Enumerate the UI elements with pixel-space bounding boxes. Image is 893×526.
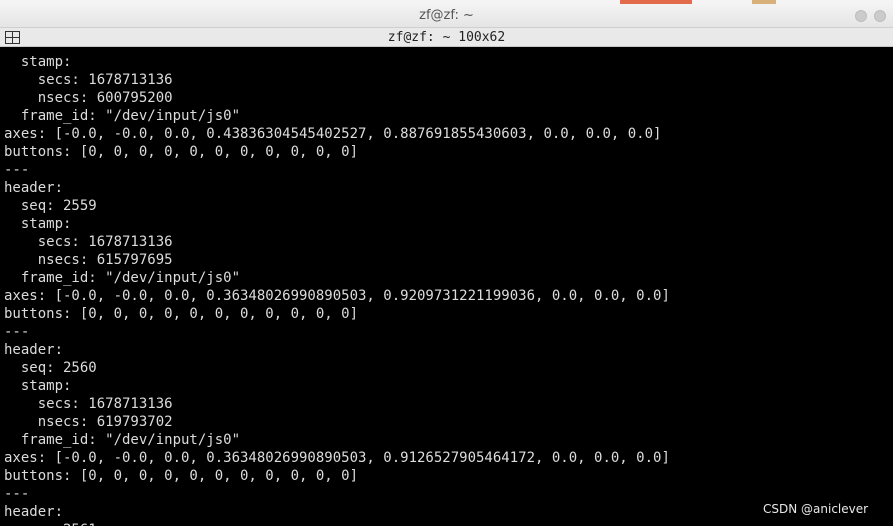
terminal-line: seq: 2561	[4, 521, 97, 526]
terminal-line: secs: 1678713136	[4, 234, 173, 250]
terminal-line: ---	[4, 324, 30, 340]
terminal-line: buttons: [0, 0, 0, 0, 0, 0, 0, 0, 0, 0, …	[4, 468, 359, 484]
terminal-line: buttons: [0, 0, 0, 0, 0, 0, 0, 0, 0, 0, …	[4, 144, 359, 160]
terminal-line: header:	[4, 180, 64, 196]
terminal-output[interactable]: stamp: secs: 1678713136 nsecs: 600795200…	[0, 48, 893, 526]
terminal-line: frame_id: "/dev/input/js0"	[4, 270, 241, 286]
terminal-line: stamp:	[4, 378, 72, 394]
terminal-line: axes: [-0.0, -0.0, 0.0, 0.43836304545402…	[4, 126, 662, 142]
terminal-line: stamp:	[4, 54, 72, 70]
terminal-line: nsecs: 619793702	[4, 414, 173, 430]
terminal-line: header:	[4, 504, 64, 520]
close-icon[interactable]	[874, 10, 886, 22]
tab-bar: zf@zf: ~ 100x62	[0, 28, 893, 47]
terminal-line: axes: [-0.0, -0.0, 0.0, 0.36348026990890…	[4, 450, 670, 466]
terminal-line: ---	[4, 162, 30, 178]
terminal-line: secs: 1678713136	[4, 72, 173, 88]
terminal-line: axes: [-0.0, -0.0, 0.0, 0.36348026990890…	[4, 288, 670, 304]
minimize-icon[interactable]	[855, 10, 867, 22]
terminal-line: buttons: [0, 0, 0, 0, 0, 0, 0, 0, 0, 0, …	[4, 306, 359, 322]
window-title: zf@zf: ~	[419, 8, 474, 23]
terminal-line: frame_id: "/dev/input/js0"	[4, 108, 241, 124]
watermark: CSDN @aniclever	[763, 502, 869, 516]
tab-title: zf@zf: ~ 100x62	[387, 30, 506, 45]
terminal-window: zf@zf: ~ zf@zf: ~ 100x62 stamp: secs: 16…	[0, 4, 893, 526]
terminal-line: ---	[4, 486, 30, 502]
terminal-line: nsecs: 615797695	[4, 252, 173, 268]
title-bar[interactable]: zf@zf: ~	[0, 4, 893, 28]
terminal-line: secs: 1678713136	[4, 396, 173, 412]
terminal-line: frame_id: "/dev/input/js0"	[4, 432, 241, 448]
terminal-line: header:	[4, 342, 64, 358]
terminal-line: seq: 2559	[4, 198, 97, 214]
terminal-line: nsecs: 600795200	[4, 90, 173, 106]
terminal-line: seq: 2560	[4, 360, 97, 376]
terminal-line: stamp:	[4, 216, 72, 232]
